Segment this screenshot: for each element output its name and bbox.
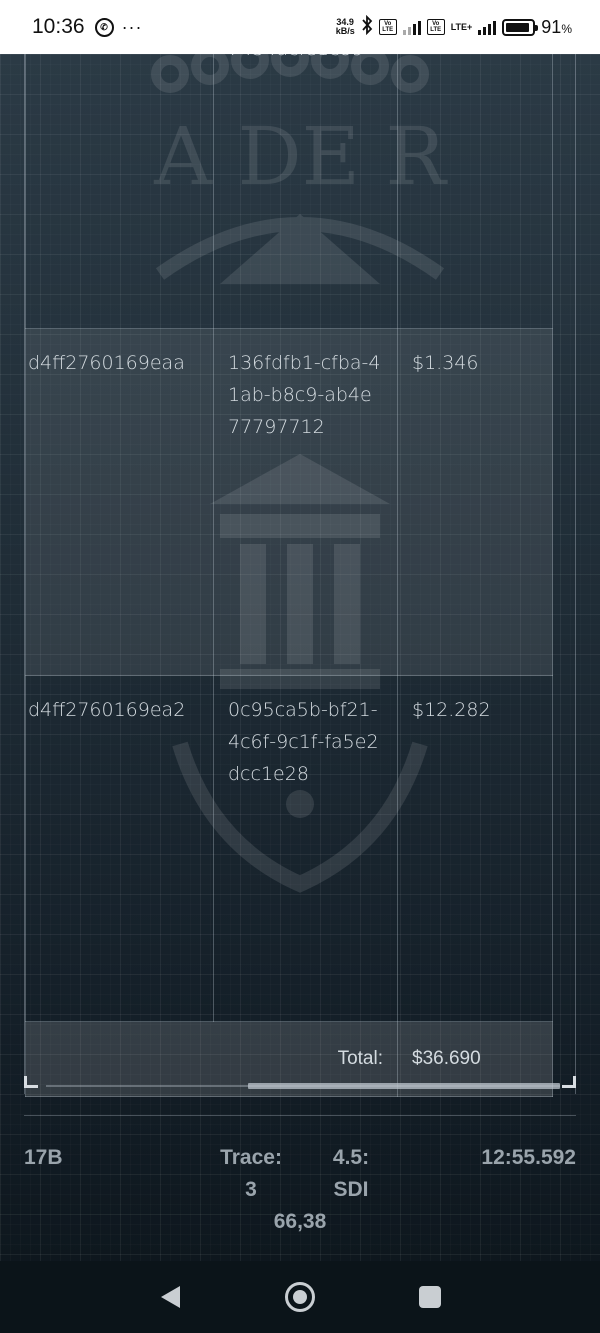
battery-percent: 91% bbox=[541, 16, 572, 37]
status-time: 10:36 bbox=[32, 15, 85, 38]
status-bar: 10:36 ✆ ··· 34.9 kB/s Vo LTE Vo LTE LTE+… bbox=[0, 0, 600, 54]
table-row[interactable]: d4ff2760169ea2 0c95ca5b-bf21-4c6f-9c1f-f… bbox=[25, 675, 553, 1022]
back-button[interactable] bbox=[154, 1281, 186, 1313]
signal-icon bbox=[402, 19, 421, 35]
scroll-corner-right bbox=[562, 1076, 576, 1088]
horizontal-scrollbar-thumb[interactable] bbox=[248, 1083, 560, 1089]
recent-apps-icon bbox=[419, 1286, 441, 1308]
table-row[interactable]: 7434acfe1c89 bbox=[25, 54, 553, 329]
footer-build: 17B bbox=[24, 1146, 63, 1169]
transactions-table: 7434acfe1c89 d4ff2760169eaa 136fdfb1-cfb… bbox=[25, 54, 553, 1097]
transactions-table-container[interactable]: 7434acfe1c89 d4ff2760169eaa 136fdfb1-cfb… bbox=[24, 54, 576, 1097]
app-content: A DE R 7434acfe1c89 d4ff2760169eaa 136fd… bbox=[0, 54, 600, 1261]
volte-icon-2: Vo LTE bbox=[426, 19, 445, 35]
network-speed: 34.9 kB/s bbox=[336, 18, 355, 36]
battery-icon bbox=[502, 18, 539, 36]
table-cell-id: d4ff2760169eaa bbox=[25, 328, 214, 676]
footer-time: 12:55.592 bbox=[481, 1146, 576, 1169]
home-button[interactable] bbox=[284, 1281, 316, 1313]
status-indicators: 34.9 kB/s Vo LTE Vo LTE LTE+ 91% bbox=[336, 14, 572, 40]
recent-apps-button[interactable] bbox=[414, 1281, 446, 1313]
signal-icon-2 bbox=[478, 19, 497, 35]
more-dots-icon: ··· bbox=[121, 16, 143, 37]
table-cell-amount bbox=[397, 54, 553, 329]
table-cell-id: d4ff2760169ea2 bbox=[25, 675, 214, 1022]
navigation-bar bbox=[0, 1261, 600, 1333]
table-cell-id bbox=[25, 54, 214, 329]
divider bbox=[24, 1115, 576, 1116]
footer-version-value: SDI bbox=[333, 1178, 369, 1201]
footer-trace-value: 3 bbox=[245, 1178, 257, 1201]
table-cell-uid: 0c95ca5b-bf21-4c6f-9c1f-fa5e2dcc1e28 bbox=[213, 675, 398, 1022]
table-cell-amount: $12.282 bbox=[397, 675, 553, 1022]
home-icon bbox=[285, 1282, 315, 1312]
footer-info: 17B Trace: 3 4.5: SDI 66,38 12:55.592 bbox=[0, 1142, 600, 1242]
bluetooth-icon bbox=[361, 14, 373, 40]
footer-trace: Trace: 3 bbox=[216, 1142, 286, 1206]
back-icon bbox=[160, 1286, 180, 1308]
footer-version: 4.5: SDI bbox=[316, 1142, 386, 1206]
table-row[interactable]: d4ff2760169eaa 136fdfb1-cfba-41ab-b8c9-a… bbox=[25, 328, 553, 676]
volte-icon: Vo LTE bbox=[378, 19, 397, 35]
whatsapp-icon: ✆ bbox=[94, 17, 114, 37]
footer-trace-label: Trace: bbox=[220, 1146, 282, 1169]
scroll-corner-left bbox=[24, 1076, 38, 1088]
footer-coords: 66,38 bbox=[273, 1210, 327, 1233]
table-cell-uid: 136fdfb1-cfba-41ab-b8c9-ab4e77797712 bbox=[213, 328, 398, 676]
table-cell-uid: 7434acfe1c89 bbox=[213, 54, 398, 329]
lte-label: LTE+ bbox=[450, 21, 473, 32]
network-speed-unit: kB/s bbox=[335, 26, 355, 36]
footer-version-label: 4.5: bbox=[332, 1146, 370, 1169]
table-cell-amount: $1.346 bbox=[397, 328, 553, 676]
